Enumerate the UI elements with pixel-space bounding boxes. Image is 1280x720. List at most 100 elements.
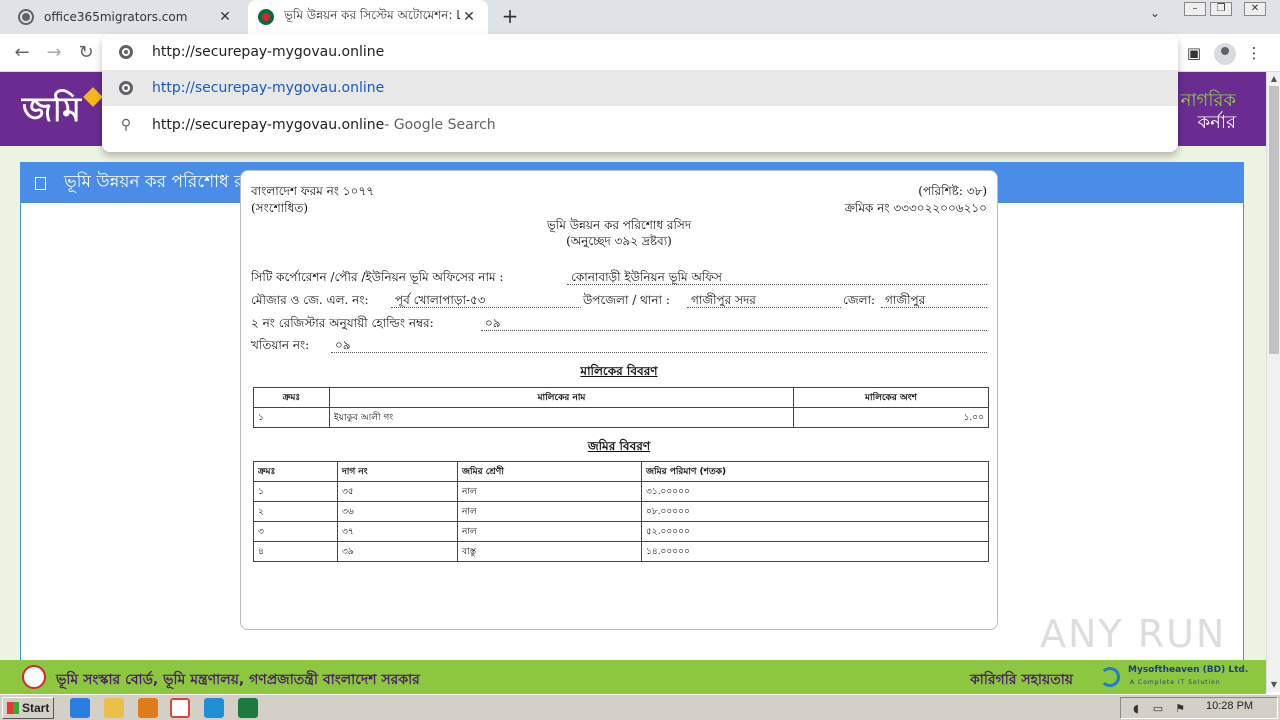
media-player-icon[interactable]	[138, 698, 158, 718]
corner-line1: নাগরিক	[1180, 90, 1236, 111]
cell: ৩	[253, 521, 338, 542]
cell: ১৪.০০০০০	[641, 541, 989, 562]
cell: নাল	[457, 501, 642, 522]
holding-label: ২ নং রেজিস্টার অনুযায়ী হোল্ডিং নম্বর:	[251, 316, 434, 330]
holding-value: ০৯	[481, 315, 987, 331]
cell: ৩৭	[337, 521, 458, 542]
owner-serial: ১	[253, 407, 330, 428]
logo-mark-icon	[83, 87, 103, 107]
forward-icon[interactable]: →	[42, 41, 66, 65]
land-table: ক্রমঃ দাগ নং জমির শ্রেণী জমির পরিমাণ (শত…	[253, 461, 989, 562]
close-icon[interactable]: ✕	[216, 9, 234, 25]
start-label: Start	[22, 701, 50, 715]
company-name[interactable]: Mysoftheaven (BD) Ltd.	[1128, 665, 1248, 675]
office-value: কোনাবাড়ী ইউনিয়ন ভূমি অফিস	[567, 269, 987, 285]
menu-icon[interactable]: ⋮	[1244, 43, 1264, 63]
scroll-up-icon[interactable]: ▲	[1267, 72, 1280, 86]
globe-icon	[118, 80, 134, 96]
land-col-serial: ক্রমঃ	[253, 461, 338, 482]
office-label: সিটি কর্পোরেশন /পৌর /ইউনিয়ন ভূমি অফিসের…	[251, 270, 504, 284]
owner-table: ক্রমঃ মালিকের নাম মালিকের অংশ ১ ইয়াকুব …	[253, 387, 989, 428]
cell: ১	[253, 481, 338, 502]
edge-icon[interactable]	[204, 698, 224, 718]
suggestion-url[interactable]: http://securepay-mygovau.online	[102, 70, 1178, 106]
suggestion-text: http://securepay-mygovau.online	[152, 80, 385, 96]
cell: ৩৬	[337, 501, 458, 522]
cell: নাল	[457, 481, 642, 502]
table-row: ৪ ৩৯ বাস্তু ১৪.০০০০০	[253, 541, 989, 562]
owner-heading: মালিকের বিবরণ	[580, 364, 658, 378]
restore-button[interactable]: ❐	[1210, 2, 1232, 16]
mouza-value: পূর্ব খোলাপাড়া-৫৩	[391, 292, 581, 308]
clock: 10:28 PM	[1206, 700, 1254, 712]
receipt-subtitle: (অনুচ্ছেদ ৩৯২ দ্রষ্টব্য)	[566, 234, 672, 248]
land-col-dag: দাগ নং	[337, 461, 458, 482]
tab-label: office365migrators.com	[44, 10, 188, 24]
close-icon[interactable]: ✕	[460, 9, 478, 25]
globe-icon	[18, 9, 34, 25]
panel-title: ভূমি উন্নয়ন কর পরিশোধ রসিদ	[64, 172, 269, 192]
globe-icon	[118, 44, 134, 60]
bangladesh-emblem-icon	[258, 9, 274, 25]
owner-col-name: মালিকের নাম	[329, 387, 794, 408]
site-logo[interactable]: জমি	[22, 84, 81, 141]
khatian-label: খতিয়ান নং:	[251, 338, 310, 352]
volume-icon[interactable]: ◖	[1129, 702, 1143, 716]
cell: ৩৫	[337, 481, 458, 502]
mouza-label: মৌজার ও জে. এল. নং:	[251, 293, 369, 307]
receipt-document: বাংলাদেশ ফরম নং ১০৭৭ (সংশোধিত) (পরিশিষ্ট…	[240, 170, 998, 630]
search-icon: ⚲	[120, 117, 132, 133]
cell: বাস্তু	[457, 541, 642, 562]
suggestion-search[interactable]: ⚲ http://securepay-mygovau.online - Goog…	[102, 107, 1178, 143]
flag-icon[interactable]: ⚑	[1173, 702, 1187, 716]
tab-bar: office365migrators.com ✕ ভূমি উন্নয়ন কর…	[0, 0, 1280, 34]
owner-share: ১.০০	[793, 407, 989, 428]
network-icon[interactable]: ▭	[1151, 702, 1165, 716]
upazila-value: গাজীপুর সদর	[687, 292, 841, 308]
cell: ৫২.০০০০০	[641, 521, 989, 542]
cell: ২	[253, 501, 338, 522]
upazila-label: উপজেলা / থানা :	[583, 293, 670, 307]
omnibox-dropdown: http://securepay-mygovau.online http://s…	[102, 34, 1178, 152]
tech-support-label: কারিগরি সহায়তায়	[970, 672, 1074, 688]
checkbox-icon	[35, 176, 46, 190]
tab-label: ভূমি উন্নয়ন কর সিস্টেম অটোমেশন: Ldtax	[284, 8, 460, 22]
cell: ৩১.০০০০০	[641, 481, 989, 502]
profile-icon[interactable]	[1214, 43, 1236, 65]
footer-bar: ভূমি সংস্কার বোর্ড, ভূমি মন্ত্রণালয়, গণ…	[0, 660, 1266, 694]
scroll-down-icon[interactable]: ▼	[1267, 678, 1280, 692]
sidebar-icon[interactable]: ▣	[1184, 43, 1204, 63]
owner-name: ইয়াকুব আলী গং	[329, 407, 794, 428]
new-tab-button[interactable]: +	[498, 4, 522, 28]
khatian-value: ০৯	[331, 337, 987, 353]
close-window-button[interactable]: ✕	[1244, 2, 1266, 16]
district-label: জেলা:	[843, 293, 876, 307]
cell: নাল	[457, 521, 642, 542]
land-col-amount: জমির পরিমাণ (শতক)	[641, 461, 989, 482]
owner-col-serial: ক্রমঃ	[253, 387, 330, 408]
excel-icon[interactable]	[238, 698, 258, 718]
watermark: ANY RUN	[1040, 612, 1227, 656]
start-button[interactable]: Start	[2, 697, 54, 719]
back-icon[interactable]: ←	[10, 41, 34, 65]
reload-icon[interactable]: ↻	[74, 41, 98, 65]
address-bar[interactable]: http://securepay-mygovau.online	[102, 34, 1178, 70]
table-row: ৩ ৩৭ নাল ৫২.০০০০০	[253, 521, 989, 542]
chevron-down-icon[interactable]: ⌄	[1150, 6, 1160, 20]
owner-col-share: মালিকের অংশ	[793, 387, 989, 408]
taskbar: Start ◖ ▭ ⚑ 10:28 PM	[0, 694, 1280, 720]
cell: ০৮.০০০০০	[641, 501, 989, 522]
minimize-button[interactable]: –	[1184, 2, 1206, 16]
government-emblem-icon	[22, 665, 46, 689]
tab-office365[interactable]: office365migrators.com ✕	[8, 0, 244, 34]
windows-logo-icon	[7, 702, 19, 714]
folder-icon[interactable]	[104, 698, 124, 718]
tab-ldtax[interactable]: ভূমি উন্নয়ন কর সিস্টেম অটোমেশন: Ldtax ✕	[248, 0, 488, 34]
citizen-corner-link[interactable]: নাগরিক কর্নার	[1181, 90, 1236, 134]
chrome-icon[interactable]	[170, 698, 190, 718]
ie-icon[interactable]	[70, 698, 90, 718]
land-col-class: জমির শ্রেণী	[457, 461, 642, 482]
vertical-scrollbar[interactable]: ▲ ▼	[1266, 72, 1280, 692]
table-row: ১ ইয়াকুব আলী গং ১.০০	[253, 407, 989, 428]
scroll-thumb[interactable]	[1269, 86, 1279, 354]
